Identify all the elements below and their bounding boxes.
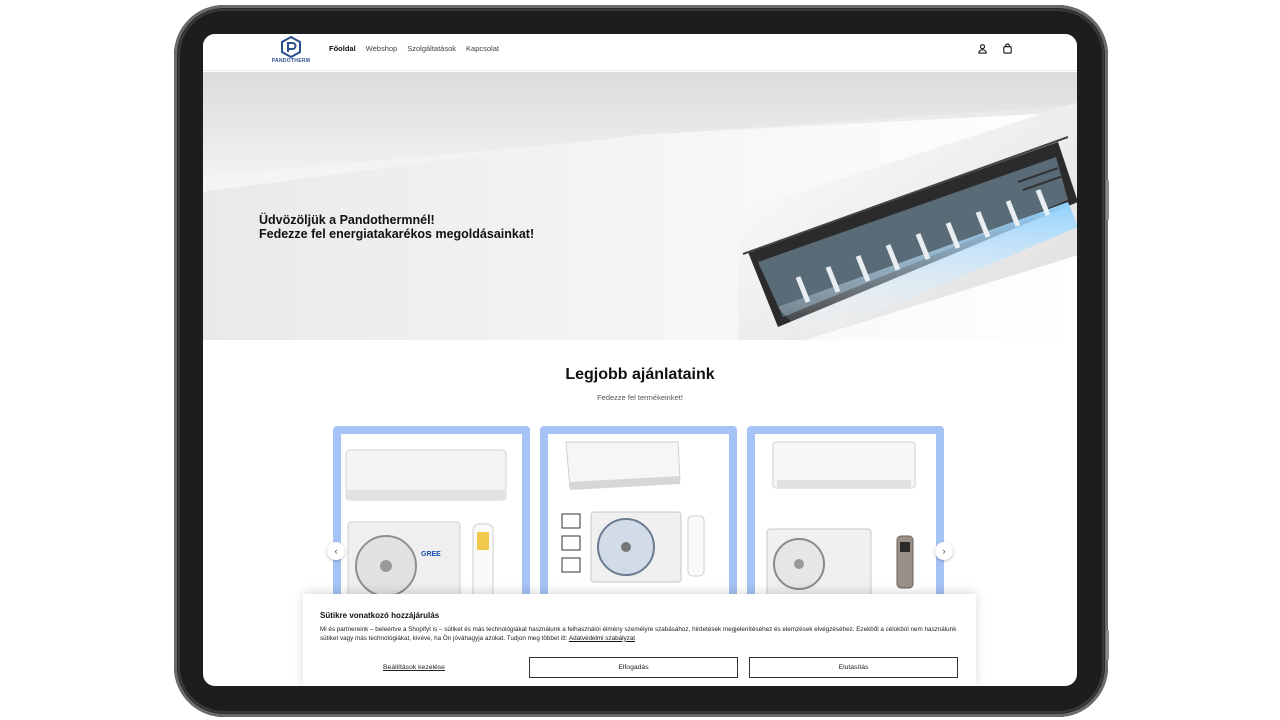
- manage-preferences-link[interactable]: Beállítások kezelése: [383, 664, 445, 671]
- nav-services[interactable]: Szolgáltatások: [407, 44, 456, 53]
- product-card[interactable]: [540, 426, 737, 614]
- ac-product-photo: GREE: [345, 449, 507, 605]
- cookie-consent-banner: Sütikre vonatkozó hozzájárulás Mi és par…: [303, 594, 976, 686]
- tablet-side-button: [1106, 630, 1109, 660]
- hero-heading: Üdvözöljük a Pandothermnél! Fedezze fel …: [259, 213, 535, 241]
- nav-webshop[interactable]: Webshop: [366, 44, 398, 53]
- cookie-text: Mi és partnereink – beleértve a Shopifyt…: [320, 626, 960, 643]
- screen: PANDOTHERM Főoldal Webshop Szolgáltatáso…: [203, 34, 1077, 686]
- product-image: GREE: [341, 434, 522, 614]
- account-icon[interactable]: [977, 43, 988, 54]
- accept-button[interactable]: Elfogadás: [529, 657, 738, 678]
- air-conditioner-image: [738, 102, 1077, 340]
- nav-home[interactable]: Főoldal: [329, 44, 356, 53]
- decline-button[interactable]: Elutasítás: [749, 657, 958, 678]
- product-image: [548, 434, 729, 614]
- ac-product-photo: [561, 441, 705, 583]
- product-image: [755, 434, 936, 614]
- hero-line-1: Üdvözöljük a Pandothermnél!: [259, 213, 435, 227]
- ac-product-photo: [766, 441, 916, 600]
- section-subtitle: Fedezze fel termékeinket!: [597, 393, 683, 402]
- product-card[interactable]: GREE: [333, 426, 530, 614]
- cart-icon[interactable]: [1002, 43, 1013, 54]
- product-card[interactable]: [747, 426, 944, 614]
- brand-name: PANDOTHERM: [271, 58, 311, 64]
- brand-logo[interactable]: PANDOTHERM: [269, 36, 313, 68]
- carousel-next-button[interactable]: ›: [935, 542, 953, 560]
- hero-line-2: Fedezze fel energiatakarékos megoldásain…: [259, 226, 535, 241]
- nav-contact[interactable]: Kapcsolat: [466, 44, 499, 53]
- cookie-description: Mi és partnereink – beleértve a Shopifyt…: [320, 626, 957, 642]
- hero-banner: Üdvözöljük a Pandothermnél! Fedezze fel …: [203, 72, 1077, 340]
- cookie-title: Sütikre vonatkozó hozzájárulás: [320, 611, 440, 620]
- site-header: PANDOTHERM Főoldal Webshop Szolgáltatáso…: [203, 34, 1077, 71]
- section-title: Legjobb ajánlataink: [565, 366, 715, 383]
- brand-logo-text: GREE: [421, 551, 441, 558]
- privacy-policy-link[interactable]: Adatvédelmi szabályzat: [569, 635, 635, 642]
- page: PANDOTHERM Főoldal Webshop Szolgáltatáso…: [0, 0, 1280, 720]
- pandotherm-logo-icon: [281, 36, 301, 58]
- carousel-prev-button[interactable]: ‹: [327, 542, 345, 560]
- tablet-side-button: [1106, 180, 1109, 220]
- header-icons: [977, 43, 1013, 54]
- main-nav: Főoldal Webshop Szolgáltatások Kapcsolat: [329, 44, 499, 53]
